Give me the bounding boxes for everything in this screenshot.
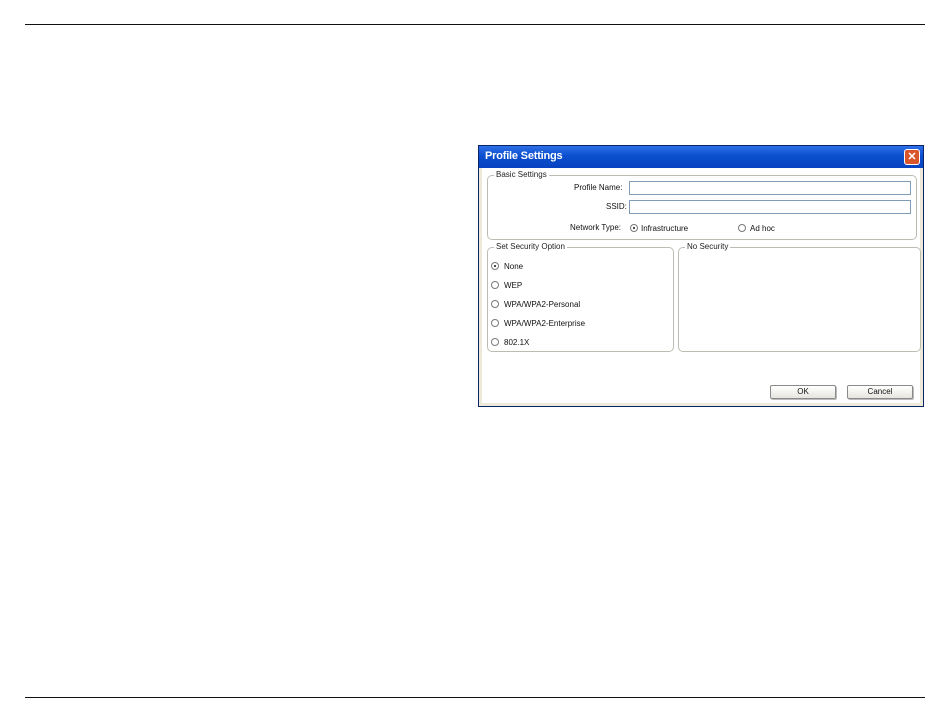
adhoc-radio[interactable] [738, 224, 746, 232]
security-8021x-radio[interactable] [491, 338, 499, 346]
dialog-title: Profile Settings [485, 150, 563, 162]
cancel-button[interactable]: Cancel [847, 385, 913, 399]
ssid-input[interactable] [629, 200, 911, 214]
profile-settings-dialog: Profile Settings ✕ Basic Settings Profil… [478, 145, 924, 407]
page-bottom-rule [25, 697, 925, 698]
close-button[interactable]: ✕ [904, 149, 920, 165]
dialog-body: Basic Settings Profile Name: SSID: Netwo… [482, 168, 921, 403]
security-wep-radio[interactable] [491, 281, 499, 289]
security-wpa-personal-label[interactable]: WPA/WPA2-Personal [504, 300, 580, 309]
ok-button[interactable]: OK [770, 385, 836, 399]
security-wpa-personal-radio[interactable] [491, 300, 499, 308]
security-wpa-enterprise-radio[interactable] [491, 319, 499, 327]
close-icon: ✕ [907, 151, 917, 163]
security-none-label[interactable]: None [504, 262, 523, 271]
profile-name-input[interactable] [629, 181, 911, 195]
profile-name-label: Profile Name: [574, 183, 623, 192]
infrastructure-label[interactable]: Infrastructure [641, 224, 688, 233]
security-wpa-enterprise-label[interactable]: WPA/WPA2-Enterprise [504, 319, 585, 328]
security-option-legend: Set Security Option [496, 242, 565, 251]
network-type-label: Network Type: [570, 223, 621, 232]
security-option-group: Set Security Option [487, 243, 674, 352]
security-detail-legend: No Security [687, 242, 729, 251]
page-top-rule [25, 24, 925, 25]
basic-settings-legend: Basic Settings [496, 170, 547, 179]
security-none-radio[interactable] [491, 262, 499, 270]
adhoc-label[interactable]: Ad hoc [750, 224, 775, 233]
security-8021x-label[interactable]: 802.1X [504, 338, 529, 347]
ssid-label: SSID: [606, 202, 627, 211]
security-detail-group: No Security [678, 243, 921, 352]
infrastructure-radio[interactable] [630, 224, 638, 232]
dialog-titlebar[interactable]: Profile Settings ✕ [479, 146, 923, 168]
security-wep-label[interactable]: WEP [504, 281, 522, 290]
